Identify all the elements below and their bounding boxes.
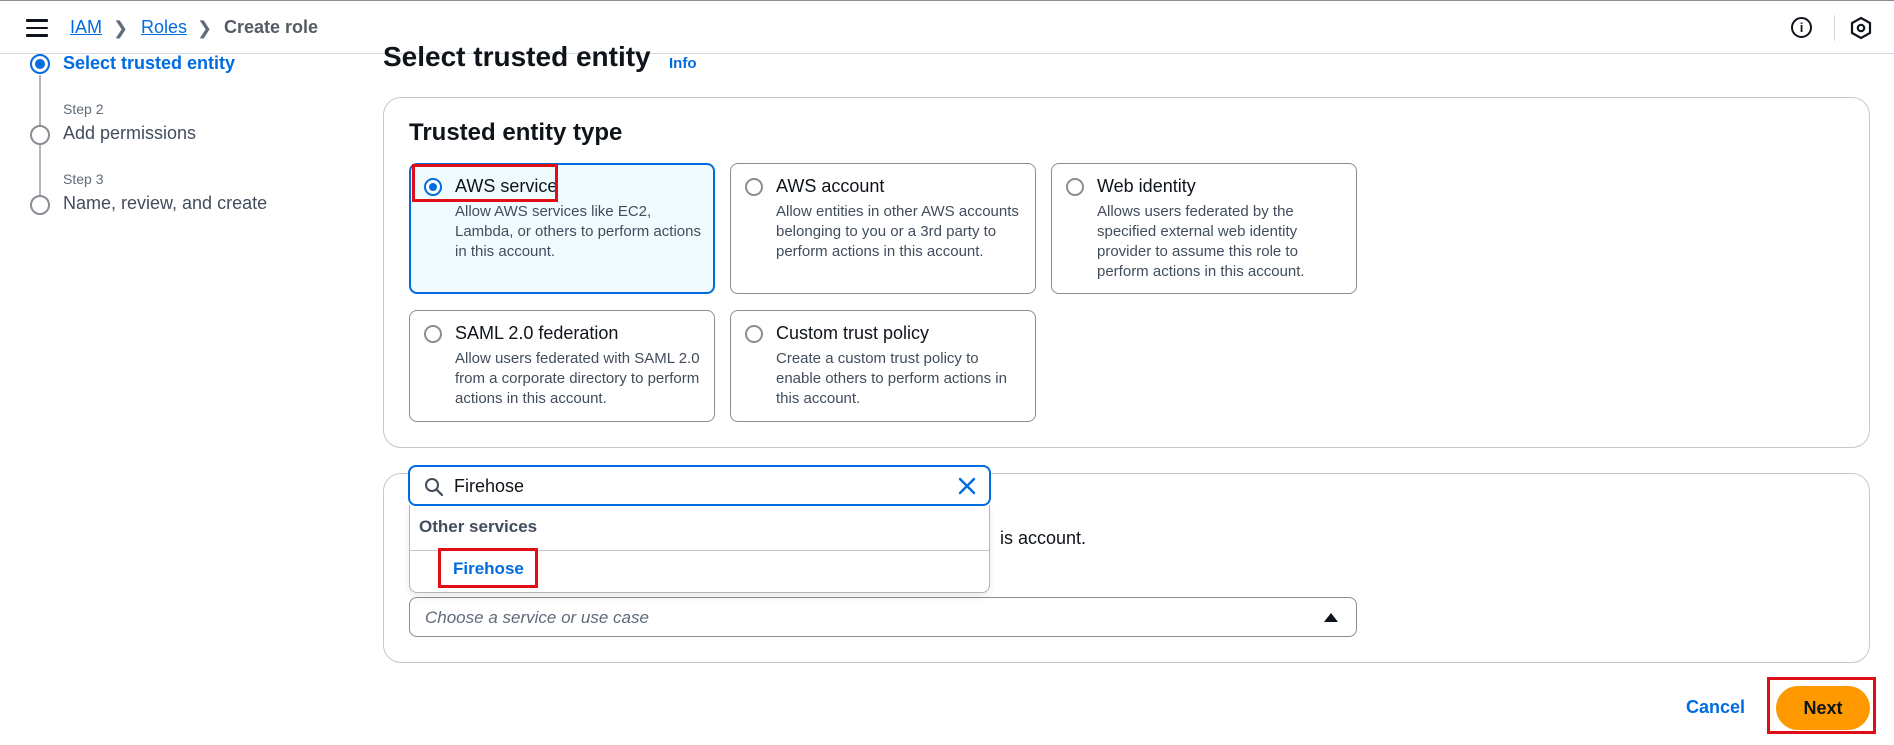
option-title: AWS service <box>455 176 558 196</box>
breadcrumb-current: Create role <box>224 17 319 37</box>
step-2-label: Add permissions <box>63 123 197 143</box>
divider <box>1834 15 1835 41</box>
radio-button[interactable] <box>745 178 763 196</box>
radio-button[interactable] <box>745 325 763 343</box>
next-button[interactable]: Next <box>1776 686 1870 730</box>
option-web-identity[interactable]: Web identity Allows users federated by t… <box>1051 163 1357 294</box>
step-2-indicator <box>30 125 50 145</box>
step-2-number: Step 2 <box>63 101 104 117</box>
service-select[interactable]: Choose a service or use case <box>409 597 1357 637</box>
divider <box>410 550 989 551</box>
step-3-label: Name, review, and create <box>63 193 268 213</box>
radio-button[interactable] <box>424 325 442 343</box>
service-dropdown: Other services Firehose <box>409 505 990 593</box>
option-aws-service[interactable]: AWS service Allow AWS services like EC2,… <box>409 163 715 294</box>
option-custom-trust-policy[interactable]: Custom trust policy Create a custom trus… <box>730 310 1036 422</box>
option-title: Web identity <box>1097 176 1196 196</box>
info-link[interactable]: Info <box>669 55 697 72</box>
option-title: AWS account <box>776 176 885 196</box>
step-connector <box>39 75 41 130</box>
top-navigation-bar: IAM ❯ Roles ❯ Create role i <box>0 0 1894 54</box>
option-description: Allow users federated with SAML 2.0 from… <box>455 350 700 407</box>
option-description: Allow entities in other AWS accounts bel… <box>776 203 1019 260</box>
dropdown-option-firehose[interactable]: Firehose <box>453 559 524 579</box>
page-title: Select trusted entity <box>383 41 651 72</box>
option-aws-account[interactable]: AWS account Allow entities in other AWS … <box>730 163 1036 294</box>
select-placeholder: Choose a service or use case <box>425 608 649 627</box>
chevron-right-icon: ❯ <box>197 18 213 38</box>
chevron-right-icon: ❯ <box>113 18 129 38</box>
option-description: Allow AWS services like EC2, Lambda, or … <box>455 203 701 260</box>
step-1-indicator <box>30 54 50 74</box>
step-3-indicator <box>30 195 50 215</box>
dropdown-group-label: Other services <box>419 517 538 536</box>
settings-hex-icon[interactable] <box>1849 16 1873 40</box>
search-value: Firehose <box>454 476 525 496</box>
step-1-label[interactable]: Select trusted entity <box>63 53 235 74</box>
menu-icon[interactable] <box>26 19 48 37</box>
close-icon[interactable] <box>956 475 978 497</box>
radio-button[interactable] <box>424 178 442 196</box>
radio-button[interactable] <box>1066 178 1084 196</box>
search-icon <box>425 478 444 497</box>
breadcrumb-roles[interactable]: Roles <box>141 17 187 38</box>
caret-up-icon <box>1324 613 1338 622</box>
step-connector <box>39 145 41 200</box>
service-search-input[interactable]: Firehose <box>408 465 991 506</box>
info-icon[interactable]: i <box>1791 17 1812 38</box>
option-title: SAML 2.0 federation <box>455 323 619 343</box>
option-saml-federation[interactable]: SAML 2.0 federation Allow users federate… <box>409 310 715 422</box>
step-3-number: Step 3 <box>63 171 104 187</box>
option-description: Create a custom trust policy to enable o… <box>776 350 1007 407</box>
cancel-button[interactable]: Cancel <box>1686 697 1745 718</box>
option-description: Allows users federated by the specified … <box>1097 203 1305 280</box>
section-title: Trusted entity type <box>409 119 623 146</box>
option-title: Custom trust policy <box>776 323 930 343</box>
breadcrumb-iam[interactable]: IAM <box>70 17 102 38</box>
use-case-description: is account. <box>1000 528 1087 548</box>
